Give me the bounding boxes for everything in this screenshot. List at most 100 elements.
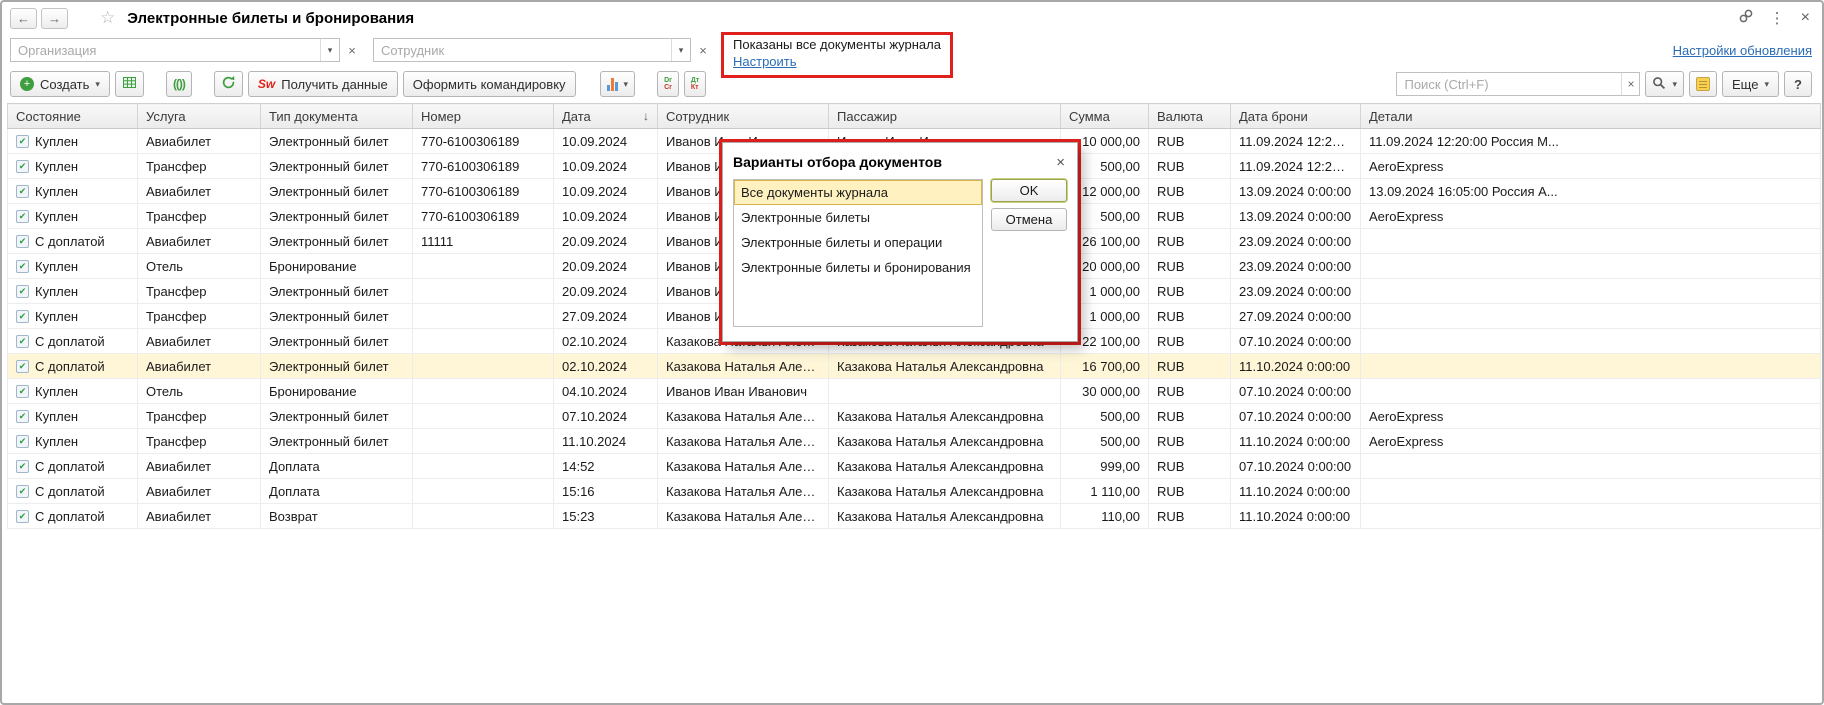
cell-currency[interactable]: RUB <box>1148 453 1231 479</box>
cell-booking_date[interactable]: 07.10.2024 0:00:00 <box>1230 453 1361 479</box>
table-row[interactable]: ✔ С доплатой Авиабилет Возврат 15:23 Казакова… <box>7 503 1821 529</box>
cell-state[interactable]: ✔ Куплен <box>7 128 138 154</box>
cell-date[interactable]: 10.09.2024 <box>553 153 658 179</box>
cell-service[interactable]: Авиабилет <box>137 453 261 479</box>
cell-doc_type[interactable]: Бронирование <box>260 253 413 279</box>
cell-number[interactable]: 770-6100306189 <box>412 153 554 179</box>
cell-date[interactable]: 20.09.2024 <box>553 228 658 254</box>
cell-employee[interactable]: Казакова Наталья Александровна <box>657 428 829 454</box>
column-header-passenger[interactable]: Пассажир <box>828 103 1061 129</box>
cell-service[interactable]: Авиабилет <box>137 478 261 504</box>
cell-passenger[interactable]: Казакова Наталья Александровна <box>828 403 1061 429</box>
cell-service[interactable]: Отель <box>137 378 261 404</box>
cell-details[interactable] <box>1360 353 1821 379</box>
cell-date[interactable]: 02.10.2024 <box>553 328 658 354</box>
cell-currency[interactable]: RUB <box>1148 503 1231 529</box>
cell-employee[interactable]: Казакова Наталья Александровна <box>657 403 829 429</box>
cell-details[interactable]: AeroExpress <box>1360 403 1821 429</box>
cell-service[interactable]: Авиабилет <box>137 353 261 379</box>
cell-booking_date[interactable]: 27.09.2024 0:00:00 <box>1230 303 1361 329</box>
cell-state[interactable]: ✔ Куплен <box>7 278 138 304</box>
cell-state[interactable]: ✔ Куплен <box>7 253 138 279</box>
cell-details[interactable]: AeroExpress <box>1360 203 1821 229</box>
cell-employee[interactable]: Казакова Наталья Александровна <box>657 478 829 504</box>
more-button[interactable]: Еще ▾ <box>1722 71 1779 97</box>
cell-state[interactable]: ✔ С доплатой <box>7 453 138 479</box>
cell-doc_type[interactable]: Электронный билет <box>260 428 413 454</box>
cell-number[interactable] <box>412 503 554 529</box>
forward-button[interactable]: → <box>41 7 68 29</box>
cell-doc_type[interactable]: Электронный билет <box>260 228 413 254</box>
cell-booking_date[interactable]: 11.10.2024 0:00:00 <box>1230 428 1361 454</box>
cell-state[interactable]: ✔ Куплен <box>7 403 138 429</box>
cell-amount[interactable]: 999,00 <box>1060 453 1149 479</box>
cell-currency[interactable]: RUB <box>1148 378 1231 404</box>
search-input[interactable] <box>1397 73 1622 95</box>
cell-date[interactable]: 04.10.2024 <box>553 378 658 404</box>
cell-number[interactable]: 770-6100306189 <box>412 178 554 204</box>
cell-doc_type[interactable]: Электронный билет <box>260 178 413 204</box>
cell-doc_type[interactable]: Бронирование <box>260 378 413 404</box>
cell-booking_date[interactable]: 07.10.2024 0:00:00 <box>1230 403 1361 429</box>
cell-employee[interactable]: Казакова Наталья Александровна <box>657 453 829 479</box>
cell-amount[interactable]: 110,00 <box>1060 503 1149 529</box>
chevron-down-icon[interactable]: ▾ <box>671 39 690 61</box>
cell-service[interactable]: Трансфер <box>137 403 261 429</box>
notes-button[interactable] <box>1689 71 1718 97</box>
cell-date[interactable]: 11.10.2024 <box>553 428 658 454</box>
cell-booking_date[interactable]: 07.10.2024 0:00:00 <box>1230 328 1361 354</box>
cell-amount[interactable]: 16 700,00 <box>1060 353 1149 379</box>
table-row[interactable]: ✔ Куплен Трансфер Электронный билет 11.10.20… <box>7 428 1821 454</box>
cell-doc_type[interactable]: Электронный билет <box>260 403 413 429</box>
table-row[interactable]: ✔ Куплен Отель Бронирование 04.10.2024 Иванов… <box>7 378 1821 404</box>
cell-date[interactable]: 27.09.2024 <box>553 303 658 329</box>
column-header-service[interactable]: Услуга <box>137 103 261 129</box>
cell-number[interactable] <box>412 253 554 279</box>
cell-number[interactable] <box>412 303 554 329</box>
cell-number[interactable]: 770-6100306189 <box>412 128 554 154</box>
cell-currency[interactable]: RUB <box>1148 303 1231 329</box>
cell-details[interactable] <box>1360 378 1821 404</box>
cancel-button[interactable]: Отмена <box>991 208 1067 231</box>
cell-booking_date[interactable]: 11.10.2024 0:00:00 <box>1230 478 1361 504</box>
search-box[interactable]: × <box>1396 72 1641 96</box>
column-header-date[interactable]: Дата ↓ <box>553 103 658 129</box>
table-row[interactable]: ✔ С доплатой Авиабилет Доплата 15:16 Казакова… <box>7 478 1821 504</box>
cell-booking_date[interactable]: 23.09.2024 0:00:00 <box>1230 228 1361 254</box>
cell-details[interactable]: AeroExpress <box>1360 153 1821 179</box>
cell-doc_type[interactable]: Доплата <box>260 478 413 504</box>
filter-option[interactable]: Электронные билеты и бронирования <box>734 255 982 280</box>
cell-details[interactable] <box>1360 478 1821 504</box>
get-data-button[interactable]: Sw Получить данные <box>247 71 398 97</box>
cell-number[interactable] <box>412 378 554 404</box>
cell-doc_type[interactable]: Электронный билет <box>260 303 413 329</box>
table-row[interactable]: ✔ С доплатой Авиабилет Доплата 14:52 Казакова… <box>7 453 1821 479</box>
filter-option[interactable]: Все документы журнала <box>734 180 982 205</box>
cell-date[interactable]: 20.09.2024 <box>553 278 658 304</box>
cell-state[interactable]: ✔ Куплен <box>7 378 138 404</box>
cell-currency[interactable]: RUB <box>1148 403 1231 429</box>
cell-details[interactable] <box>1360 228 1821 254</box>
column-header-booking_date[interactable]: Дата брони <box>1230 103 1361 129</box>
employee-combo[interactable]: ▾ <box>373 38 691 62</box>
cell-booking_date[interactable]: 13.09.2024 0:00:00 <box>1230 178 1361 204</box>
export-list-button[interactable] <box>114 71 144 97</box>
cell-booking_date[interactable]: 11.09.2024 12:20:00 <box>1230 128 1361 154</box>
cell-state[interactable]: ✔ С доплатой <box>7 228 138 254</box>
column-header-amount[interactable]: Сумма <box>1060 103 1149 129</box>
search-clear-icon[interactable]: × <box>1621 73 1639 95</box>
link-icon[interactable] <box>1738 8 1754 29</box>
chevron-down-icon[interactable]: ▾ <box>320 39 339 61</box>
column-header-currency[interactable]: Валюта <box>1148 103 1231 129</box>
column-header-employee[interactable]: Сотрудник <box>657 103 829 129</box>
more-menu-icon[interactable]: ⋮ <box>1770 9 1785 27</box>
cell-state[interactable]: ✔ Куплен <box>7 303 138 329</box>
cell-doc_type[interactable]: Электронный билет <box>260 128 413 154</box>
table-row[interactable]: ✔ С доплатой Авиабилет Электронный билет 02.… <box>7 353 1821 379</box>
cell-currency[interactable]: RUB <box>1148 428 1231 454</box>
cell-date[interactable]: 10.09.2024 <box>553 128 658 154</box>
cell-passenger[interactable]: Казакова Наталья Александровна <box>828 453 1061 479</box>
cell-date[interactable]: 02.10.2024 <box>553 353 658 379</box>
column-header-doc_type[interactable]: Тип документа <box>260 103 413 129</box>
cell-state[interactable]: ✔ Куплен <box>7 153 138 179</box>
